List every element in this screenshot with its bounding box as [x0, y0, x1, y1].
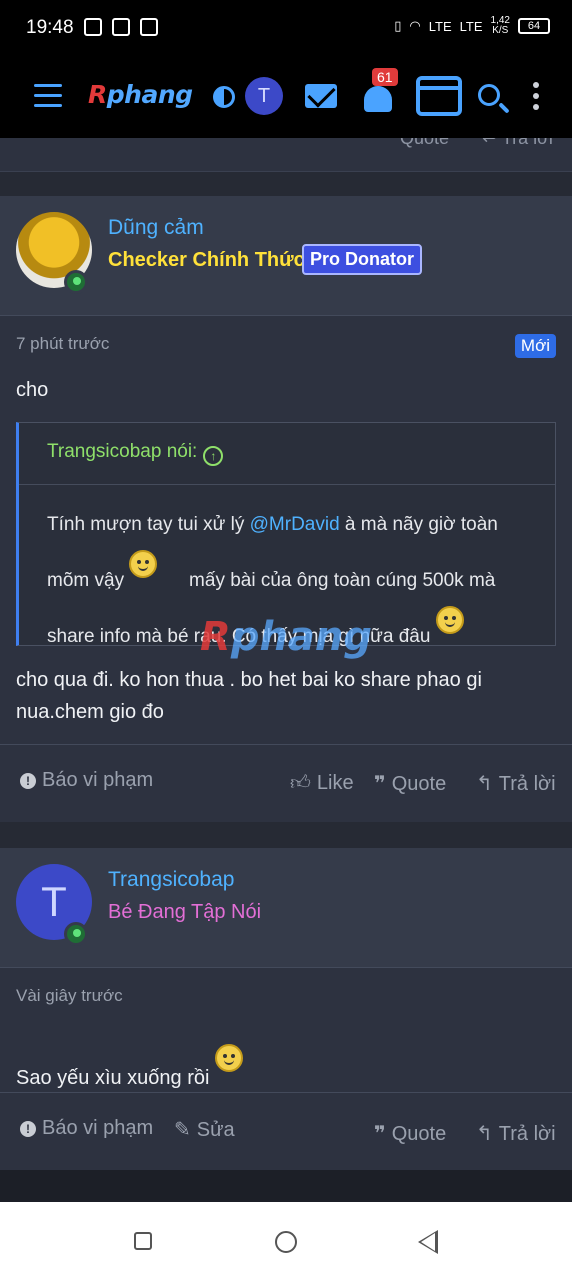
- network-2: LTE: [459, 18, 483, 34]
- like-button[interactable]: 👍︎ Like: [290, 771, 354, 795]
- online-status-icon: [64, 270, 88, 294]
- more-options-icon[interactable]: [533, 82, 541, 115]
- search-icon[interactable]: [478, 84, 500, 106]
- quote-block: Trangsicobap nói: ↑ Tính mượn tay tui xử …: [16, 422, 556, 647]
- vibrate-icon: ▯: [394, 18, 402, 33]
- post-text-body: Sao yếu xìu xuống rồi: [16, 1044, 244, 1094]
- home-icon[interactable]: [275, 1231, 297, 1253]
- jump-to-quote-icon[interactable]: ↑: [203, 446, 224, 466]
- previous-post-footer: Quote ↩ Trả lời: [0, 138, 572, 172]
- app-icon: [112, 18, 130, 36]
- wifi-icon: ◠: [409, 18, 421, 33]
- prev-quote-button[interactable]: Quote: [400, 138, 449, 149]
- store-icon[interactable]: [416, 76, 462, 116]
- author-name[interactable]: Dũng cảm: [108, 216, 204, 240]
- post-timestamp[interactable]: Vài giây trước: [16, 986, 123, 1006]
- reply-icon: ↰: [476, 1123, 493, 1145]
- post-card: Dũng cảm Checker Chính Thức Pro Donator …: [0, 196, 572, 822]
- user-mention-link[interactable]: @MrDavid: [250, 514, 340, 535]
- quote-author[interactable]: Trangsicobap nói: ↑: [19, 423, 555, 485]
- author-role: Checker Chính Thức: [108, 249, 305, 271]
- author-name[interactable]: Trangsicobap: [108, 868, 234, 892]
- quote-button[interactable]: ❞ Quote: [374, 771, 446, 796]
- theme-toggle-icon[interactable]: [213, 86, 235, 108]
- bell-icon: [364, 86, 392, 112]
- quote-icon: ❞: [374, 1123, 386, 1145]
- alert-icon: !: [20, 773, 36, 789]
- menu-icon[interactable]: [34, 84, 62, 108]
- new-badge: Mới: [514, 334, 556, 358]
- donator-badge: Pro Donator: [302, 244, 423, 275]
- game-icon: [84, 18, 102, 36]
- prev-reply-button[interactable]: ↩ Trả lời: [482, 138, 553, 149]
- post-author-header: T Trangsicobap Bé Đang Tập Nói: [0, 848, 572, 968]
- smiley-emoji-icon: [435, 606, 464, 634]
- system-navigation-bar: [0, 1202, 572, 1280]
- net-speed: 1,42 K/S: [490, 15, 510, 36]
- mail-icon[interactable]: [305, 84, 337, 108]
- post-author-header: Dũng cảm Checker Chính Thức Pro Donator: [0, 196, 572, 316]
- post-actions: ! Báo vi phạm ✎ Sửa ❞ Quote ↰ Trả lời: [0, 1092, 572, 1170]
- alert-icon: !: [20, 1121, 36, 1137]
- app-header: Rphang T 61: [0, 56, 572, 138]
- post-card: T Trangsicobap Bé Đang Tập Nói Vài giây …: [0, 848, 572, 1170]
- reply-button[interactable]: ↰ Trả lời: [476, 1121, 556, 1146]
- report-button[interactable]: ! Báo vi phạm: [20, 769, 153, 792]
- notification-badge: 61: [372, 68, 398, 86]
- user-avatar[interactable]: T: [245, 77, 283, 115]
- smiley-emoji-icon: [129, 550, 158, 578]
- thumbs-up-icon: 👍︎: [290, 772, 311, 794]
- post-text-body: cho qua đi. ko hon thua . bo het bai ko …: [16, 669, 482, 723]
- reply-button[interactable]: ↰ Trả lời: [476, 771, 556, 796]
- reply-icon: ↰: [476, 773, 493, 795]
- post-text-intro: cho: [16, 379, 49, 401]
- notifications-button[interactable]: 61: [362, 68, 398, 114]
- download-icon: [140, 18, 158, 36]
- post-separator: [0, 172, 572, 196]
- network-1: LTE: [428, 18, 452, 34]
- post-actions: ! Báo vi phạm 👍︎ Like ❞ Quote ↰ Trả lời: [0, 744, 572, 822]
- status-time: 19:48: [26, 17, 74, 38]
- status-bar: 19:48 ▯ ◠ LTE LTE 1,42 K/S 64: [0, 0, 572, 56]
- battery-icon: 64: [518, 18, 550, 34]
- quote-button[interactable]: ❞ Quote: [374, 1121, 446, 1146]
- smiley-emoji-icon: [215, 1044, 244, 1072]
- recent-apps-icon[interactable]: [134, 1232, 152, 1250]
- page-bottom: [0, 1170, 572, 1202]
- back-icon[interactable]: [418, 1230, 438, 1254]
- post-timestamp[interactable]: 7 phút trước: [16, 334, 109, 354]
- edit-button[interactable]: ✎ Sửa: [174, 1117, 235, 1142]
- site-logo[interactable]: Rphang: [88, 80, 193, 109]
- status-right-icons: ▯ ◠ LTE LTE 1,42 K/S 64: [394, 16, 550, 36]
- author-role: Bé Đang Tập Nói: [108, 901, 262, 923]
- site-watermark: Rphang: [200, 614, 373, 660]
- online-status-icon: [64, 922, 88, 946]
- status-notification-icons: [84, 18, 158, 36]
- pencil-icon: ✎: [174, 1119, 191, 1141]
- quote-icon: ❞: [374, 773, 386, 795]
- report-button[interactable]: ! Báo vi phạm: [20, 1117, 153, 1140]
- post-separator: [0, 822, 572, 848]
